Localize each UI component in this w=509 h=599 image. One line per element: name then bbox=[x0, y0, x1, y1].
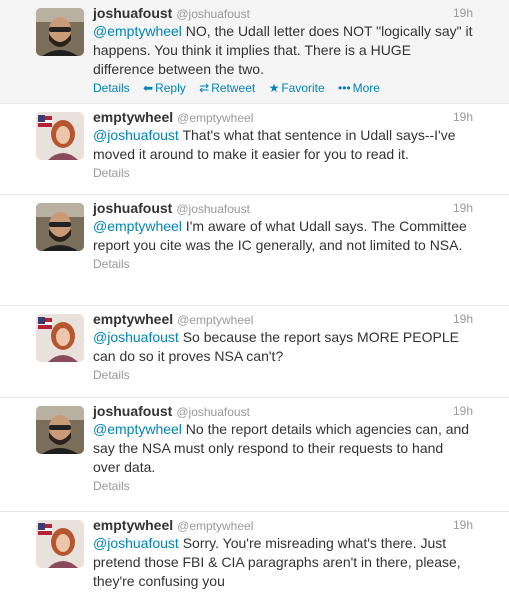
tweet-item[interactable]: joshuafoust @joshuafoust 19h @emptywheel … bbox=[0, 0, 509, 104]
tweet-username[interactable]: @emptywheel bbox=[177, 111, 253, 125]
tweet-username[interactable]: @emptywheel bbox=[177, 519, 253, 533]
details-link[interactable]: Details bbox=[93, 81, 130, 95]
tweet-fullname[interactable]: emptywheel bbox=[93, 109, 173, 125]
woman-flag-avatar[interactable] bbox=[36, 112, 84, 160]
tweet-item[interactable]: emptywheel @emptywheel 19h @joshuafoust S… bbox=[0, 306, 509, 398]
ellipsis-icon: ••• bbox=[338, 81, 351, 95]
tweet-item[interactable]: emptywheel @emptywheel 19h @joshuafoust S… bbox=[0, 512, 509, 599]
woman-flag-avatar[interactable] bbox=[36, 314, 84, 362]
woman-flag-avatar[interactable] bbox=[36, 520, 84, 568]
tweet-text: @joshuafoust Sorry. You're misreading wh… bbox=[93, 534, 473, 591]
tweet-text: @emptywheel I'm aware of what Udall says… bbox=[93, 217, 473, 255]
tweet-text: @joshuafoust So because the report says … bbox=[93, 328, 473, 366]
tweet-username[interactable]: @emptywheel bbox=[177, 313, 253, 327]
tweet-actions: Details bbox=[93, 478, 473, 494]
tweet-item[interactable]: emptywheel @emptywheel 19h @joshuafoust T… bbox=[0, 104, 509, 195]
tweet-timestamp[interactable]: 19h bbox=[453, 516, 473, 534]
retweet-label: Retweet bbox=[211, 81, 256, 95]
tweet-actions: Details ⬅ Reply ⇄ Retweet ★ Favorite ••• Mor… bbox=[93, 80, 473, 96]
tweet-item[interactable]: joshuafoust @joshuafoust 19h @emptywheel … bbox=[0, 398, 509, 512]
tweet-fullname[interactable]: emptywheel bbox=[93, 311, 173, 327]
tweet-username[interactable]: @joshuafoust bbox=[176, 7, 250, 21]
mention-link[interactable]: @joshuafoust bbox=[93, 535, 179, 551]
tweet-fullname[interactable]: joshuafoust bbox=[93, 403, 172, 419]
tweet-actions: Details bbox=[93, 165, 473, 181]
mention-link[interactable]: @joshuafoust bbox=[93, 127, 179, 143]
retweet-button[interactable]: ⇄ Retweet bbox=[199, 81, 255, 95]
tweet-fullname[interactable]: joshuafoust bbox=[93, 5, 172, 21]
details-link[interactable]: Details bbox=[93, 166, 130, 180]
tweet-item[interactable]: joshuafoust @joshuafoust 19h @emptywheel … bbox=[0, 195, 509, 306]
tweet-timestamp[interactable]: 19h bbox=[453, 402, 473, 420]
tweet-timestamp[interactable]: 19h bbox=[453, 199, 473, 217]
tweet-username[interactable]: @joshuafoust bbox=[176, 202, 250, 216]
tweet-actions: Details bbox=[93, 256, 473, 272]
tweet-text: @emptywheel NO, the Udall letter does NO… bbox=[93, 22, 473, 79]
details-link[interactable]: Details bbox=[93, 479, 130, 493]
tweet-fullname[interactable]: joshuafoust bbox=[93, 200, 172, 216]
retweet-icon: ⇄ bbox=[199, 81, 210, 95]
tweet-timestamp[interactable]: 19h bbox=[453, 310, 473, 328]
tweet-username[interactable]: @joshuafoust bbox=[176, 405, 250, 419]
mention-link[interactable]: @emptywheel bbox=[93, 421, 182, 437]
star-icon: ★ bbox=[268, 81, 280, 95]
tweet-text: @joshuafoust That's what that sentence i… bbox=[93, 126, 473, 164]
tweet-fullname[interactable]: emptywheel bbox=[93, 517, 173, 533]
tweet-timestamp[interactable]: 19h bbox=[453, 108, 473, 126]
details-link[interactable]: Details bbox=[93, 368, 130, 382]
man-avatar[interactable] bbox=[36, 406, 84, 454]
reply-button[interactable]: ⬅ Reply bbox=[143, 81, 186, 95]
tweet-text: @emptywheel No the report details which … bbox=[93, 420, 473, 477]
details-link[interactable]: Details bbox=[93, 257, 130, 271]
mention-link[interactable]: @emptywheel bbox=[93, 218, 182, 234]
reply-icon: ⬅ bbox=[143, 81, 154, 95]
man-avatar[interactable] bbox=[36, 8, 84, 56]
tweet-timeline: joshuafoust @joshuafoust 19h @emptywheel … bbox=[0, 0, 509, 599]
tweet-actions: Details bbox=[93, 367, 473, 383]
tweet-timestamp[interactable]: 19h bbox=[453, 4, 473, 22]
mention-link[interactable]: @joshuafoust bbox=[93, 329, 179, 345]
reply-label: Reply bbox=[155, 81, 186, 95]
more-button[interactable]: ••• More bbox=[338, 81, 380, 95]
man-avatar[interactable] bbox=[36, 203, 84, 251]
mention-link[interactable]: @emptywheel bbox=[93, 23, 182, 39]
favorite-label: Favorite bbox=[281, 81, 325, 95]
favorite-button[interactable]: ★ Favorite bbox=[269, 81, 325, 95]
more-label: More bbox=[352, 81, 380, 95]
